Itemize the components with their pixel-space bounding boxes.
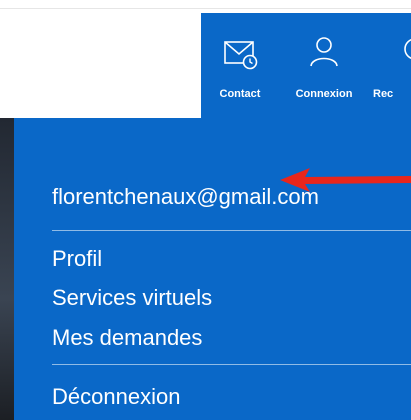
menu-item-mes-demandes[interactable]: Mes demandes [52,325,202,351]
menu-item-services-virtuels[interactable]: Services virtuels [52,285,212,311]
nav-search[interactable]: Rec [369,13,411,118]
top-nav-bar: Contact Connexion Rec [201,13,411,118]
menu-divider [52,230,411,231]
user-icon [308,35,340,74]
menu-item-deconnexion[interactable]: Déconnexion [52,384,180,410]
header-divider [0,8,411,9]
account-email: florentchenaux@gmail.com [52,184,319,209]
nav-connexion[interactable]: Connexion [279,13,369,118]
menu-divider [52,364,411,365]
contact-mail-clock-icon [222,35,258,76]
background-image-edge [0,118,14,420]
nav-contact[interactable]: Contact [201,13,279,118]
annotation-arrow-icon [280,168,411,192]
nav-contact-label: Contact [219,88,261,100]
nav-connexion-label: Connexion [295,88,353,100]
search-icon [399,35,411,74]
nav-search-label: Rec [373,88,394,100]
account-dropdown: florentchenaux@gmail.com Profil Services… [14,118,411,420]
menu-item-profil[interactable]: Profil [52,246,102,272]
